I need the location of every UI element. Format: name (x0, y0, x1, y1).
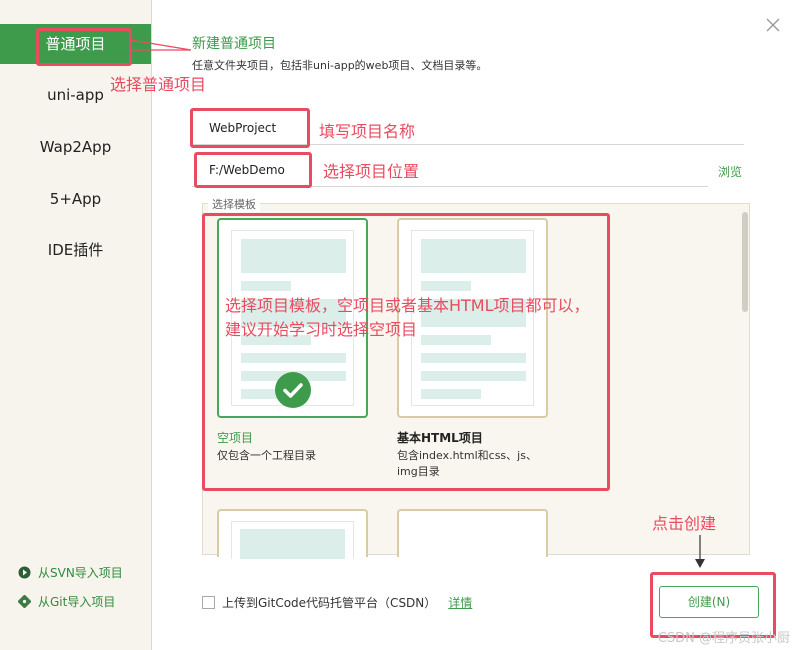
template-scrollbar[interactable] (742, 212, 748, 312)
template-card-3[interactable] (217, 509, 368, 559)
template-name-basic-html: 基本HTML项目 (397, 431, 483, 445)
upload-checkbox[interactable] (202, 596, 215, 609)
selected-check-icon (275, 372, 311, 408)
git-icon (17, 594, 32, 609)
import-svn-label: 从SVN导入项目 (38, 566, 123, 580)
project-name-input[interactable] (192, 111, 744, 144)
annotation-select-location: 选择项目位置 (323, 162, 420, 181)
annotation-click-create: 点击创建 (652, 514, 717, 533)
upload-option: 上传到GitCode代码托管平台（CSDN） 详情 (202, 594, 472, 611)
template-card-4[interactable] (397, 509, 548, 557)
sidebar-item-ide-plugin[interactable]: IDE插件 (0, 230, 151, 270)
annotation-arrow (695, 535, 705, 568)
import-git-link[interactable]: 从Git导入项目 (17, 593, 116, 610)
annotation-pointer (130, 39, 192, 51)
template-desc-empty: 仅包含一个工程目录 (217, 449, 316, 462)
browse-link[interactable]: 浏览 (718, 163, 742, 180)
template-card-basic-html[interactable] (397, 218, 548, 418)
import-svn-link[interactable]: 从SVN导入项目 (18, 564, 123, 581)
template-desc-basic-html-line2: img目录 (397, 465, 440, 478)
project-name-field (192, 111, 744, 145)
sidebar: 普通项目 uni-app Wap2App 5+App IDE插件 从SVN导入项… (0, 0, 152, 650)
annotation-select-template-line1: 选择项目模板，空项目或者基本HTML项目都可以， (225, 296, 590, 315)
detail-link[interactable]: 详情 (448, 594, 472, 611)
import-git-label: 从Git导入项目 (38, 595, 116, 609)
template-thumbnail (411, 230, 534, 406)
sidebar-item-normal-project[interactable]: 普通项目 (0, 24, 151, 64)
svn-icon (18, 566, 31, 579)
template-name-empty: 空项目 (217, 431, 254, 445)
template-desc-basic-html-line1: 包含index.html和css、js、 (397, 449, 537, 462)
annotation-fill-name: 填写项目名称 (319, 122, 416, 141)
create-button[interactable]: 创建(N) (659, 586, 759, 618)
annotation-select-template-line2: 建议开始学习时选择空项目 (225, 320, 418, 339)
upload-label: 上传到GitCode代码托管平台（CSDN） (222, 596, 437, 610)
project-path-input[interactable] (192, 153, 708, 186)
sidebar-item-wap2app[interactable]: Wap2App (0, 127, 151, 167)
project-path-field (192, 153, 708, 187)
annotation-select-normal: 选择普通项目 (110, 75, 207, 94)
dialog-description: 任意文件夹项目，包括非uni-app的web项目、文档目录等。 (192, 59, 488, 72)
sidebar-item-5plus-app[interactable]: 5+App (0, 179, 151, 219)
dialog-title: 新建普通项目 (192, 36, 276, 52)
close-icon[interactable] (764, 16, 782, 34)
watermark: CSDN @程序员张小厨 (657, 631, 790, 646)
template-legend: 选择模板 (208, 196, 260, 212)
